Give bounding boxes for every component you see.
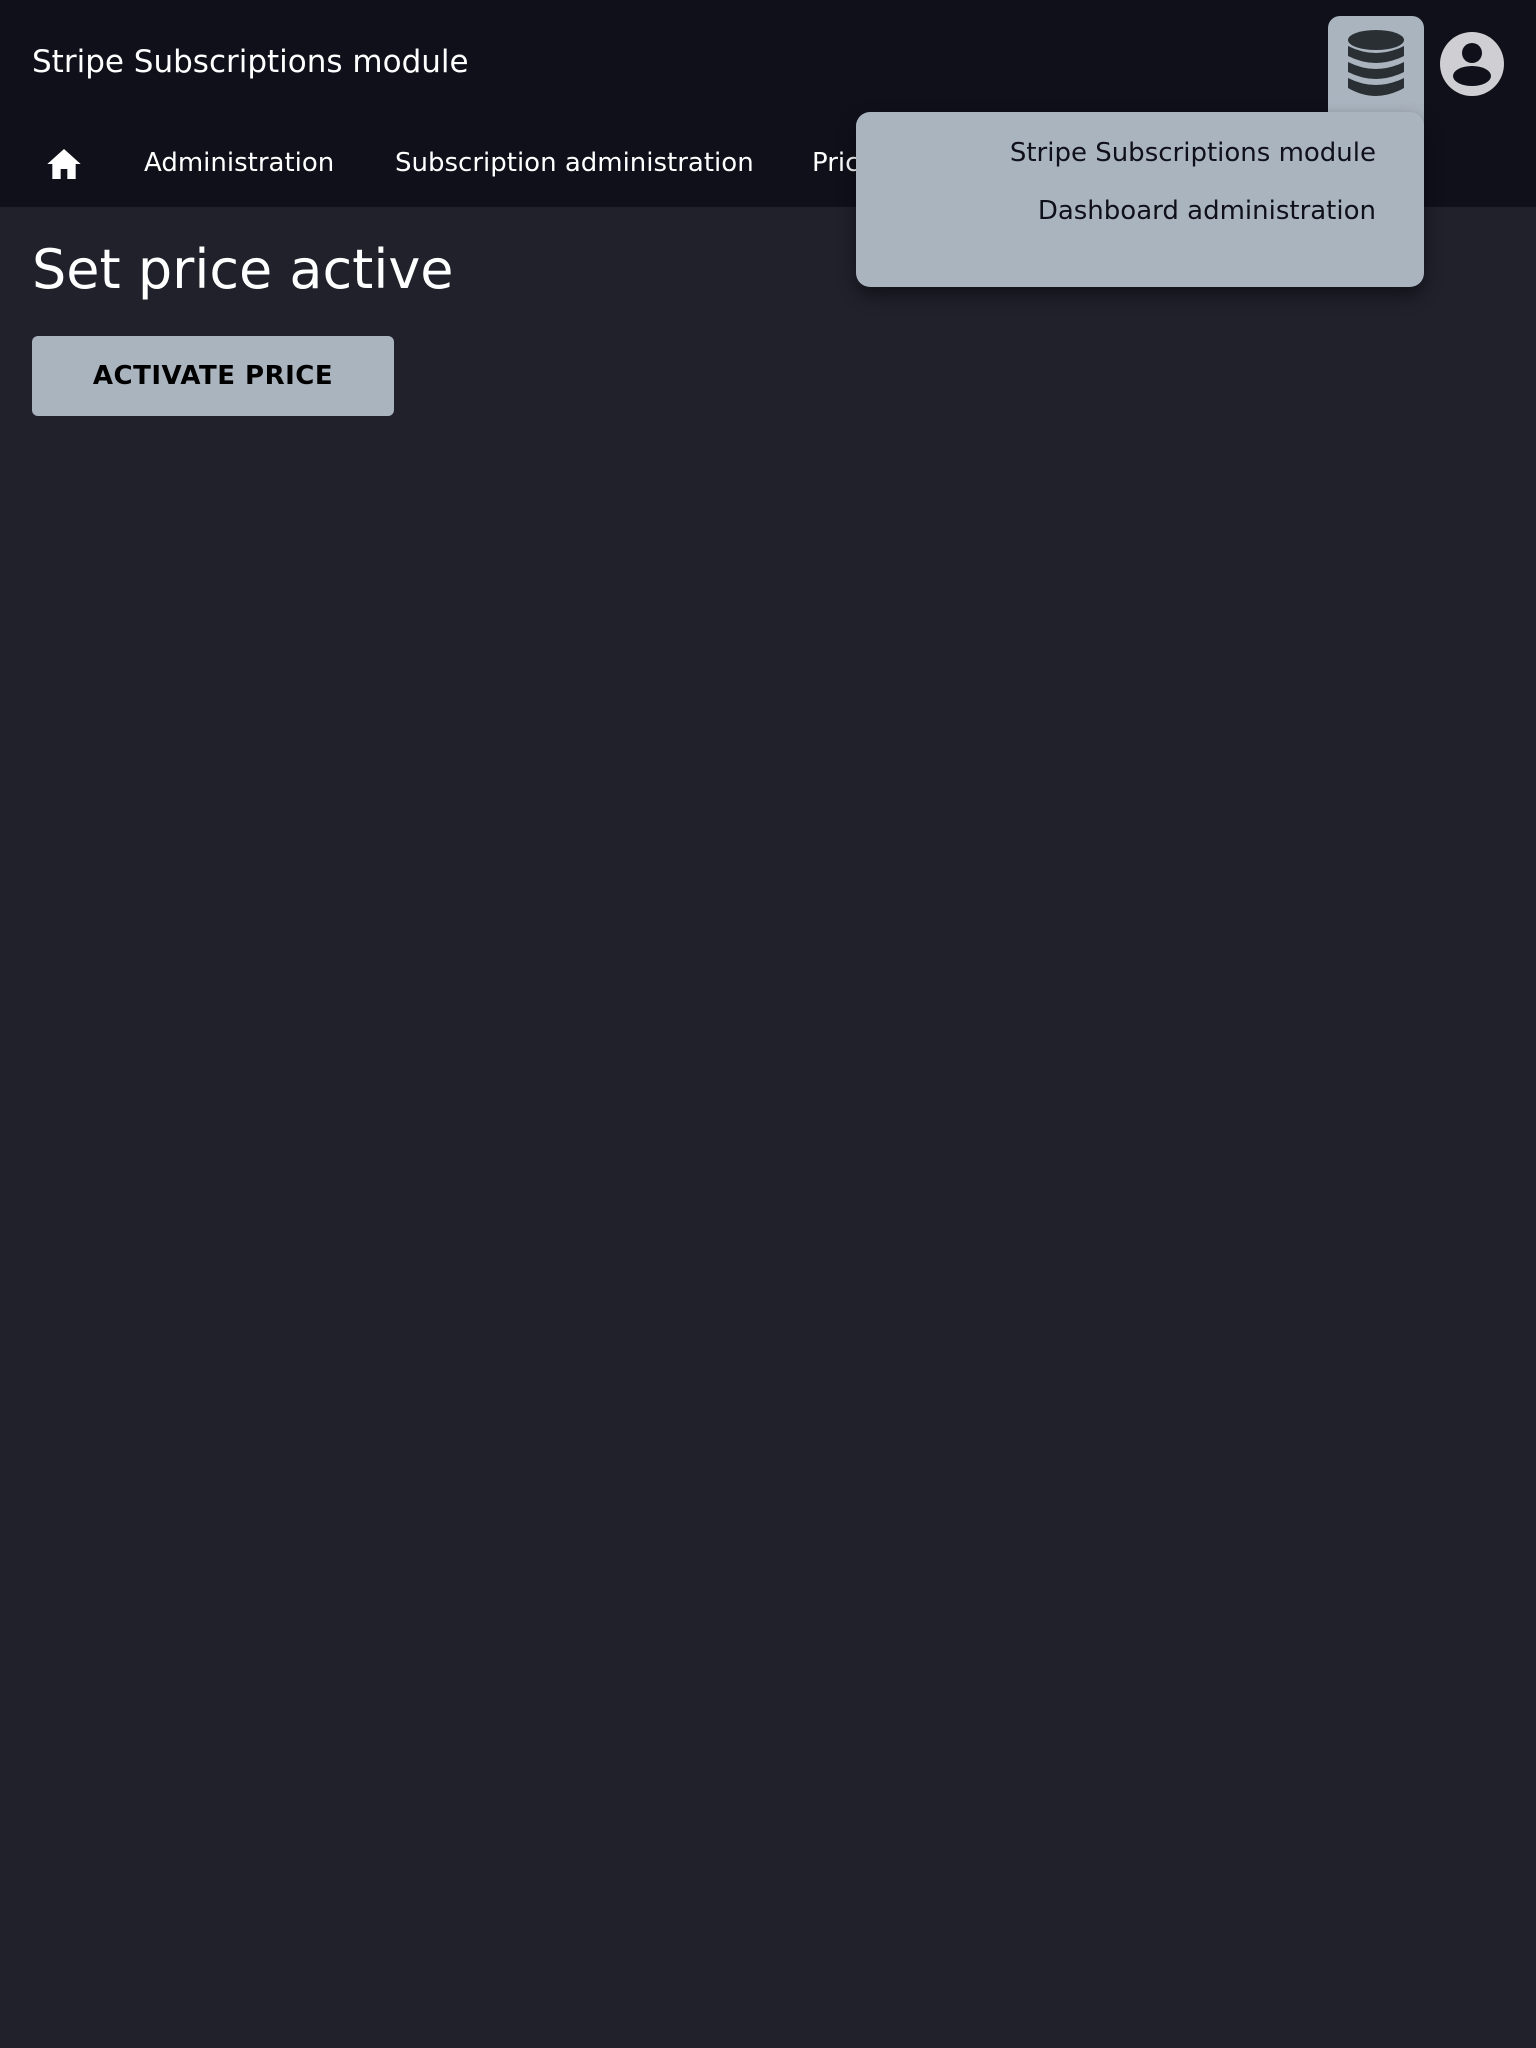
nav-item-administration[interactable]: Administration [144,144,334,182]
database-icon [1348,30,1404,96]
nav-item-subscription-administration[interactable]: Subscription administration [395,144,754,182]
app-title: Stripe Subscriptions module [32,44,469,80]
nav-item-prices[interactable]: Pric [812,144,859,182]
dropdown-item-dashboard-administration[interactable]: Dashboard administration [856,172,1424,252]
activate-price-button[interactable]: ACTIVATE PRICE [32,336,394,416]
home-icon [47,149,81,179]
nav-home[interactable] [44,144,84,184]
account-button[interactable] [1439,31,1505,97]
account-circle-icon [1440,32,1504,96]
module-dropdown-menu: Stripe Subscriptions module Dashboard ad… [856,112,1424,287]
page-title: Set price active [32,238,454,301]
